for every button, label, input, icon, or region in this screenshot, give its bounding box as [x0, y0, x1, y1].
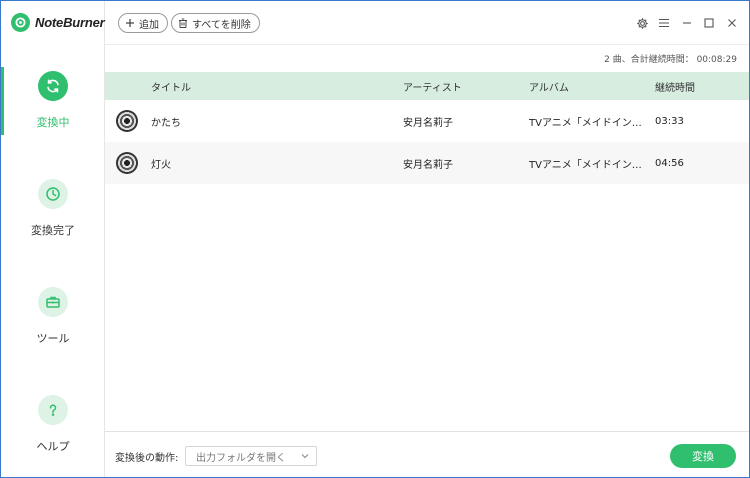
sidebar: NoteBurner 変換中 変換完了 ツール ヘルプ — [1, 1, 105, 477]
sidebar-item-help[interactable]: ヘルプ — [1, 395, 105, 465]
header-duration[interactable]: 継続時間 — [655, 79, 749, 94]
table-row[interactable]: かたち 安月名莉子 TVアニメ「メイドインア… 03:33 — [105, 100, 749, 142]
album-art-thumbnail — [116, 152, 138, 174]
top-toolbar: 追加 すべてを削除 — [105, 1, 749, 45]
convert-button[interactable]: 変換 — [670, 444, 736, 468]
bottom-bar: 変換後の動作: 出力フォルダを開く 変換 — [105, 431, 749, 477]
sidebar-item-converted[interactable]: 変換完了 — [1, 179, 105, 249]
clock-icon — [38, 179, 68, 209]
track-duration: 04:56 — [655, 157, 684, 169]
header-album[interactable]: アルバム — [529, 79, 655, 94]
minimize-icon[interactable] — [679, 15, 695, 31]
app-logo: NoteBurner — [11, 13, 105, 32]
app-name: NoteBurner — [35, 15, 105, 30]
track-artist: 安月名莉子 — [403, 117, 453, 129]
settings-gear-icon[interactable] — [634, 15, 650, 31]
header-artist[interactable]: アーティスト — [403, 79, 529, 94]
sidebar-item-converting[interactable]: 変換中 — [1, 67, 105, 141]
track-duration: 03:33 — [655, 115, 684, 127]
plus-icon — [126, 19, 134, 27]
delete-all-button-label: すべてを削除 — [192, 19, 251, 31]
maximize-icon[interactable] — [701, 15, 717, 31]
chevron-down-icon — [301, 454, 309, 459]
active-indicator — [1, 67, 4, 135]
after-conversion-value: 出力フォルダを開く — [196, 452, 286, 464]
sidebar-item-label: ヘルプ — [36, 440, 70, 453]
close-icon[interactable] — [724, 15, 740, 31]
add-button[interactable]: 追加 — [118, 13, 168, 33]
sidebar-item-label: 変換中 — [36, 116, 70, 129]
trash-icon — [179, 18, 187, 28]
track-table: タイトル アーティスト アルバム 継続時間 かたち 安月名莉子 TVアニメ「メイ… — [105, 72, 749, 184]
track-album: TVアニメ「メイドインア… — [529, 117, 652, 129]
noteburner-logo-icon — [11, 13, 30, 32]
add-button-label: 追加 — [139, 19, 159, 31]
track-album: TVアニメ「メイドインア… — [529, 159, 652, 171]
header-title[interactable]: タイトル — [149, 79, 403, 94]
total-summary: 2 曲、合計継続時間： 00:08:29 — [604, 55, 737, 65]
album-art-thumbnail — [116, 110, 138, 132]
sidebar-item-label: ツール — [36, 332, 70, 345]
table-row[interactable]: 灯火 安月名莉子 TVアニメ「メイドインア… 04:56 — [105, 142, 749, 184]
toolbox-icon — [38, 287, 68, 317]
after-conversion-select[interactable]: 出力フォルダを開く — [185, 446, 317, 466]
refresh-icon — [38, 71, 68, 101]
question-icon — [38, 395, 68, 425]
table-header: タイトル アーティスト アルバム 継続時間 — [105, 72, 749, 100]
track-artist: 安月名莉子 — [403, 159, 453, 171]
menu-icon[interactable] — [656, 15, 672, 31]
track-title: かたち — [151, 117, 181, 129]
after-conversion-label: 変換後の動作: — [115, 453, 179, 464]
app-window: NoteBurner 変換中 変換完了 ツール ヘルプ 追加 すべてを削除 2 … — [1, 1, 749, 477]
sidebar-item-tools[interactable]: ツール — [1, 287, 105, 357]
sidebar-item-label: 変換完了 — [31, 224, 75, 237]
delete-all-button[interactable]: すべてを削除 — [171, 13, 260, 33]
track-title: 灯火 — [151, 159, 171, 171]
